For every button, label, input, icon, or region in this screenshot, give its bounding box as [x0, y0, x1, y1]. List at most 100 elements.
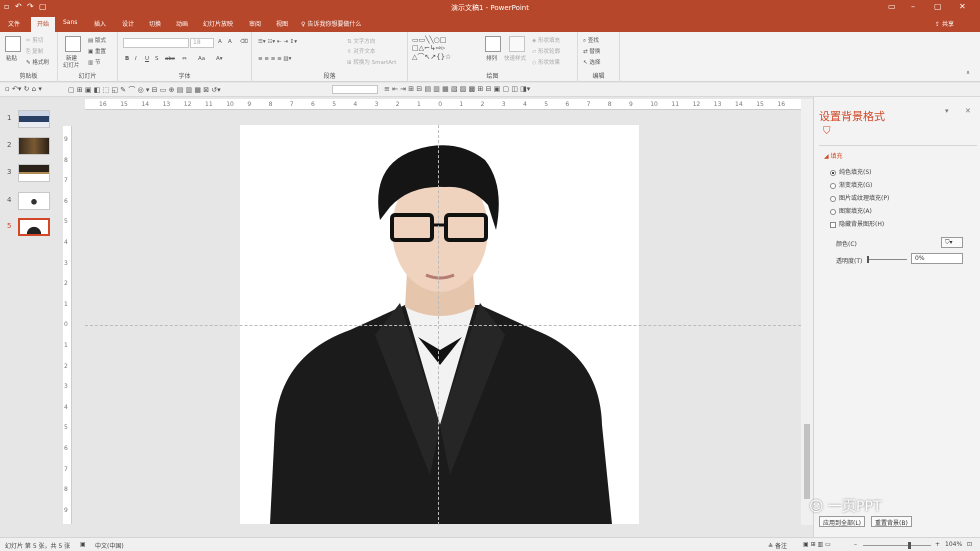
slide-thumbnails: 1 2 3 4 5 — [0, 97, 64, 537]
fill-bucket-icon[interactable]: ⛉ — [823, 126, 831, 137]
tab-slideshow[interactable]: 幻灯片放映 — [203, 19, 233, 28]
strike-button[interactable]: abc — [165, 56, 175, 62]
align-text-button[interactable]: ⇳ 对齐文本 — [347, 47, 375, 55]
tab-design[interactable]: 设计 — [122, 19, 134, 28]
font-color-icon[interactable]: A▾ — [216, 56, 223, 62]
share-button[interactable]: ⇪ 共享 — [935, 19, 954, 28]
zoom-in-button[interactable]: + — [935, 541, 940, 548]
tab-extra[interactable]: Sans — [63, 19, 77, 26]
reset-button[interactable]: ▣ 重置 — [88, 47, 106, 55]
thumbnail-1[interactable]: 1 — [0, 110, 64, 132]
apply-to-all-button[interactable]: 应用到全部(L) — [819, 516, 866, 527]
shape-effects-button[interactable]: ◇ 形状效果 — [532, 58, 560, 66]
find-button[interactable]: ⌕ 查找 — [583, 36, 599, 45]
zoom-thumb[interactable] — [908, 542, 911, 549]
quick-styles-button[interactable]: 快速样式 — [504, 54, 526, 62]
ruler-tick: 10 — [650, 101, 658, 108]
clear-format-icon[interactable]: ⌫ — [240, 39, 248, 45]
tab-file[interactable]: 文件 — [8, 19, 20, 28]
notes-button[interactable]: ≜ 备注 — [768, 541, 787, 550]
font-size-box[interactable]: 18 — [190, 38, 214, 48]
quick-styles-icon[interactable] — [509, 36, 525, 52]
shadow-button[interactable]: S — [155, 56, 159, 62]
close-icon[interactable]: ✕ — [959, 2, 966, 11]
thumbnail-2[interactable]: 2 — [0, 137, 64, 159]
ruler-tick: 11 — [671, 101, 680, 108]
transparency-slider[interactable] — [867, 259, 907, 260]
new-slide-icon[interactable] — [65, 36, 81, 52]
thumbnail-5[interactable]: 5 — [0, 218, 64, 240]
fit-slide-icon[interactable]: ⊡ — [967, 541, 972, 548]
tab-review[interactable]: 审阅 — [249, 19, 261, 28]
italic-button[interactable]: I — [135, 56, 137, 62]
restore-ribbon-icon[interactable]: ▭ — [888, 2, 896, 11]
thumbnail-4[interactable]: 4 — [0, 192, 64, 214]
shape-outline-button[interactable]: ▱ 形状轮廓 — [532, 47, 560, 55]
scrollbar-thumb[interactable] — [804, 424, 810, 499]
share-icon: ⇪ — [935, 21, 942, 28]
transparency-input[interactable]: 0% — [911, 253, 963, 264]
maximize-icon[interactable]: ▢ — [934, 2, 942, 11]
thumbnail-3[interactable]: 3 — [0, 164, 64, 186]
color-picker-button[interactable]: ⛉▾ — [941, 237, 963, 248]
tell-me-box[interactable]: ♀ 告诉我你想要做什么 — [301, 19, 361, 28]
ruler-tick: 1 — [64, 300, 68, 308]
tab-home[interactable]: 开始 — [31, 17, 56, 32]
shrink-font-button[interactable]: A — [228, 39, 232, 45]
shape-fill-button[interactable]: ◈ 形状填充 — [532, 36, 560, 44]
toolbar-icons[interactable]: ▢ ⊞ ▣ ◧ ⬚ ◱ ✎ ⌒ ◎ ▾ ⊟ ▭ ⊕ ▤ ▥ ▦ ⊠ ↺▾ — [68, 85, 221, 95]
section-button[interactable]: ▥ 节 — [88, 58, 100, 66]
layout-button[interactable]: ▤ 版式 — [88, 36, 106, 44]
copy-button[interactable]: ⎘ 复制 — [26, 47, 43, 56]
fill-section-header[interactable]: ◢ 填充 — [824, 151, 843, 160]
save-small-icon[interactable]: ▫ ↶▾ ↻ ⌂ ▾ — [5, 85, 42, 93]
view-buttons[interactable]: ▣ ⊞ ▥ ▭ — [803, 541, 831, 548]
format-painter-button[interactable]: ✎ 格式刷 — [26, 58, 49, 66]
paste-icon[interactable] — [5, 36, 21, 52]
replace-button[interactable]: ⇄ 替换 — [583, 47, 600, 55]
tab-view[interactable]: 视图 — [276, 19, 288, 28]
cut-button[interactable]: ✂ 剪切 — [26, 36, 43, 44]
shapes-gallery-icon[interactable]: ▭▭╲╲○□ □△⌐↳⇨▹ △⌒↖↗{}☆ — [412, 36, 451, 62]
pane-close-icon[interactable]: ✕ — [965, 107, 971, 115]
tab-animations[interactable]: 动画 — [176, 19, 188, 28]
solid-fill-radio[interactable]: 纯色填充(S) — [830, 167, 872, 176]
picture-fill-radio[interactable]: 图片或纹理填充(P) — [830, 193, 889, 202]
toolbar-icons-2[interactable]: ≡ ⇤ ⇥ ⊞ ⊟ ▤ ▥ ▦ ▧ ▨ ▩ ⊞ ⊟ ▣ ▢ ◫ ◨▾ — [384, 85, 530, 93]
zoom-out-button[interactable]: – — [854, 541, 857, 548]
pane-options-icon[interactable]: ▾ — [945, 107, 949, 115]
change-case-icon[interactable]: Aa — [198, 56, 205, 62]
grow-font-button[interactable]: A — [218, 39, 222, 45]
gradient-fill-radio[interactable]: 渐变填充(G) — [830, 180, 872, 189]
zoom-slider[interactable] — [863, 545, 931, 546]
arrange-button[interactable]: 排列 — [486, 54, 497, 62]
arrange-icon[interactable] — [485, 36, 501, 52]
paste-button[interactable]: 粘贴 — [6, 54, 17, 62]
vertical-scrollbar[interactable] — [801, 99, 813, 525]
zoom-level[interactable]: 104% — [945, 541, 962, 548]
select-button[interactable]: ↖ 选择 — [583, 58, 600, 66]
toolbar-combo[interactable] — [332, 85, 378, 94]
title-bar: ▫ ↶ ↷ ▢ 演示文稿1 - PowerPoint ▭ – ▢ ✕ — [0, 0, 980, 16]
spellcheck-icon[interactable]: ▣ — [80, 541, 86, 548]
font-name-box[interactable] — [123, 38, 189, 48]
text-direction-button[interactable]: ⇅ 文字方向 — [347, 37, 375, 45]
ruler-tick: 2 — [480, 101, 485, 108]
language-status[interactable]: 中文(中国) — [95, 541, 124, 550]
minimize-icon[interactable]: – — [911, 2, 915, 11]
align-icons[interactable]: ≡ ≡ ≡ ≡ ▥▾ — [258, 56, 291, 62]
hide-background-checkbox[interactable]: 隐藏背景图形(H) — [830, 219, 884, 228]
vertical-guide[interactable] — [438, 125, 439, 525]
tab-transitions[interactable]: 切换 — [149, 19, 161, 28]
bullets-icon[interactable]: ☰▾ ☷▾ ⇤ ⇥ ↕▾ — [258, 39, 297, 45]
smartart-button[interactable]: ⊞ 转换为 SmartArt — [347, 58, 396, 66]
tab-insert[interactable]: 插入 — [94, 19, 106, 28]
pattern-fill-radio[interactable]: 图案填充(A) — [830, 206, 872, 215]
horizontal-guide[interactable] — [85, 325, 801, 326]
reset-background-button[interactable]: 重置背景(B) — [871, 516, 912, 527]
bold-button[interactable]: B — [125, 56, 129, 62]
underline-button[interactable]: U — [145, 56, 149, 62]
collapse-ribbon-icon[interactable]: ∧ — [966, 70, 970, 76]
char-spacing-icon[interactable]: ⇔ — [182, 56, 187, 62]
slider-thumb[interactable] — [867, 256, 869, 263]
